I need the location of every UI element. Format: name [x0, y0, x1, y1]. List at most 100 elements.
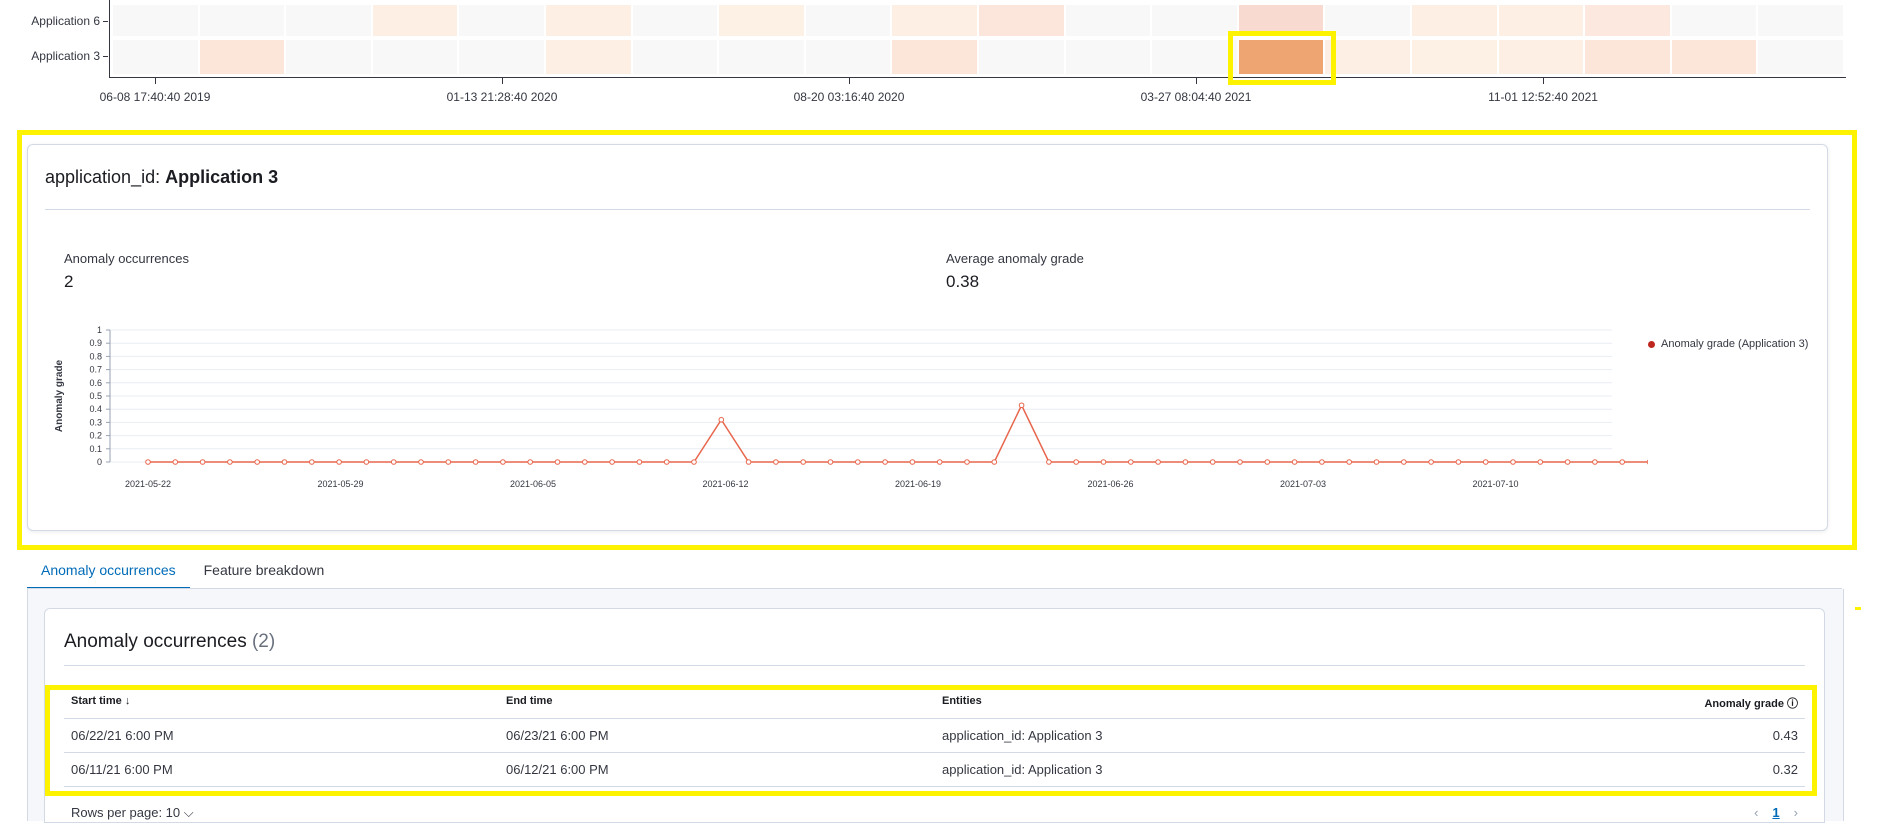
chart-y-tick-label: 0.8 [89, 351, 102, 361]
pagination-page-1[interactable]: 1 [1772, 805, 1779, 820]
chart-y-tick-label: 0.2 [89, 431, 102, 441]
heatmap: Application 6 Application 3 06-08 17:40:… [0, 0, 1888, 110]
heatmap-cell[interactable] [892, 40, 977, 74]
chart-data-point [1291, 459, 1298, 465]
selected-cell-highlight[interactable] [1228, 31, 1336, 85]
chart-x-tick-label: 2021-05-29 [317, 479, 363, 489]
chart-data-point [1455, 459, 1462, 465]
heatmap-cell[interactable] [1671, 5, 1757, 36]
heatmap-cell[interactable] [1065, 5, 1151, 36]
chart-x-tick-label: 2021-07-10 [1472, 479, 1518, 489]
heatmap-x-tick [849, 78, 850, 84]
chart-data-point [1155, 459, 1161, 465]
heatmap-cell[interactable] [1498, 40, 1584, 74]
chart-data-point [773, 459, 779, 465]
heatmap-cell[interactable] [805, 40, 891, 74]
heatmap-cell[interactable] [546, 5, 631, 36]
heatmap-cell[interactable] [979, 40, 1064, 74]
heatmap-cell[interactable] [892, 5, 977, 36]
chart-data-point [227, 459, 233, 465]
chart-data-point [1646, 459, 1648, 465]
tabs: Anomaly occurrences Feature breakdown [27, 553, 339, 589]
heatmap-x-axis [109, 77, 1846, 78]
anomaly-detail-panel: application_id: Application 3 Anomaly oc… [27, 144, 1828, 531]
heatmap-cell[interactable] [459, 5, 544, 36]
chart-data-point [254, 459, 260, 465]
heatmap-x-tick [1196, 78, 1197, 84]
pagination-prev-icon[interactable]: ‹ [1754, 805, 1758, 820]
heatmap-cell[interactable] [632, 40, 718, 74]
rows-per-page-button[interactable]: Rows per page: 10 ⌵ [71, 805, 194, 821]
occurrences-count: (2) [251, 631, 276, 652]
heatmap-cell[interactable] [1325, 40, 1410, 74]
heatmap-cell[interactable] [199, 40, 285, 74]
divider [45, 209, 1810, 210]
chart-data-point [172, 459, 179, 465]
heatmap-cell[interactable] [1585, 5, 1670, 36]
chart-data-point [827, 459, 834, 465]
heatmap-cell[interactable] [979, 5, 1064, 36]
heatmap-cell[interactable] [1152, 40, 1237, 74]
chart-data-point [445, 459, 452, 465]
heatmap-cell[interactable] [1065, 40, 1151, 74]
chart-data-point [1073, 459, 1079, 465]
heatmap-cell[interactable] [1758, 5, 1843, 36]
title-value: Application 3 [165, 167, 279, 187]
heatmap-cell[interactable] [719, 5, 804, 36]
tab-feature-breakdown[interactable]: Feature breakdown [190, 553, 339, 587]
chart-x-tick-label: 2021-06-12 [702, 479, 748, 489]
title-key: application_id: [45, 167, 161, 187]
stat-occurrences-value: 2 [64, 272, 74, 291]
chart-x-tick-label: 2021-06-26 [1087, 479, 1133, 489]
chart-data-point [1264, 459, 1271, 465]
heatmap-cell[interactable] [113, 5, 198, 36]
heatmap-cell[interactable] [113, 40, 198, 74]
heatmap-x-tick-label: 11-01 12:52:40 2021 [1488, 90, 1598, 104]
panel-title: application_id: Application 3 [45, 167, 278, 188]
chart-data-point [336, 459, 342, 465]
chart-y-tick-label: 0.6 [89, 378, 102, 388]
heatmap-cell[interactable] [372, 5, 458, 36]
heatmap-cell[interactable] [1758, 40, 1843, 74]
heatmap-cell[interactable] [286, 5, 371, 36]
tab-anomaly-occurrences[interactable]: Anomaly occurrences [27, 553, 190, 589]
heatmap-cell[interactable] [1585, 40, 1670, 74]
chart-data-point [390, 459, 397, 465]
heatmap-cell[interactable] [286, 40, 371, 74]
heatmap-cell[interactable] [459, 40, 544, 74]
legend-dot-icon [1648, 340, 1655, 348]
chart-data-point [1346, 459, 1352, 465]
chart-legend[interactable]: Anomaly grade (Application 3) [1648, 338, 1808, 350]
heatmap-cell[interactable] [632, 5, 718, 36]
chart-data-point [500, 459, 506, 465]
heatmap-cell[interactable] [1671, 40, 1757, 74]
chart-data-point [363, 459, 370, 465]
heatmap-cell[interactable] [1498, 5, 1584, 36]
occurrences-title-text: Anomaly occurrences [64, 631, 247, 652]
pagination-next-icon[interactable]: › [1794, 805, 1798, 820]
chart-data-point [991, 459, 998, 465]
chart-y-tick-label: 0 [97, 457, 102, 467]
heatmap-cell[interactable] [1152, 5, 1237, 36]
heatmap-cell[interactable] [805, 5, 891, 36]
chart-data-point [472, 459, 479, 465]
heatmap-row-tick [103, 56, 108, 57]
pagination: ‹ 1 › [1754, 805, 1798, 820]
chart-x-tick-label: 2021-07-03 [1280, 479, 1326, 489]
chart-x-tick-label: 2021-06-19 [895, 479, 941, 489]
heatmap-cell[interactable] [546, 40, 631, 74]
heatmap-x-tick [502, 78, 503, 84]
heatmap-cell[interactable] [1412, 5, 1497, 36]
occurrences-title: Anomaly occurrences (2) [64, 631, 275, 653]
chart-data-point [1100, 459, 1107, 465]
heatmap-cell[interactable] [719, 40, 804, 74]
heatmap-cell[interactable] [1412, 40, 1497, 74]
heatmap-cell[interactable] [199, 5, 285, 36]
chart-data-point [1510, 459, 1516, 465]
chart-data-point [1482, 459, 1489, 465]
heatmap-cell[interactable] [1325, 5, 1410, 36]
heatmap-cell[interactable] [372, 40, 458, 74]
heatmap-y-axis [109, 0, 110, 77]
chart-data-point [800, 459, 807, 465]
chart-data-point [882, 459, 888, 465]
